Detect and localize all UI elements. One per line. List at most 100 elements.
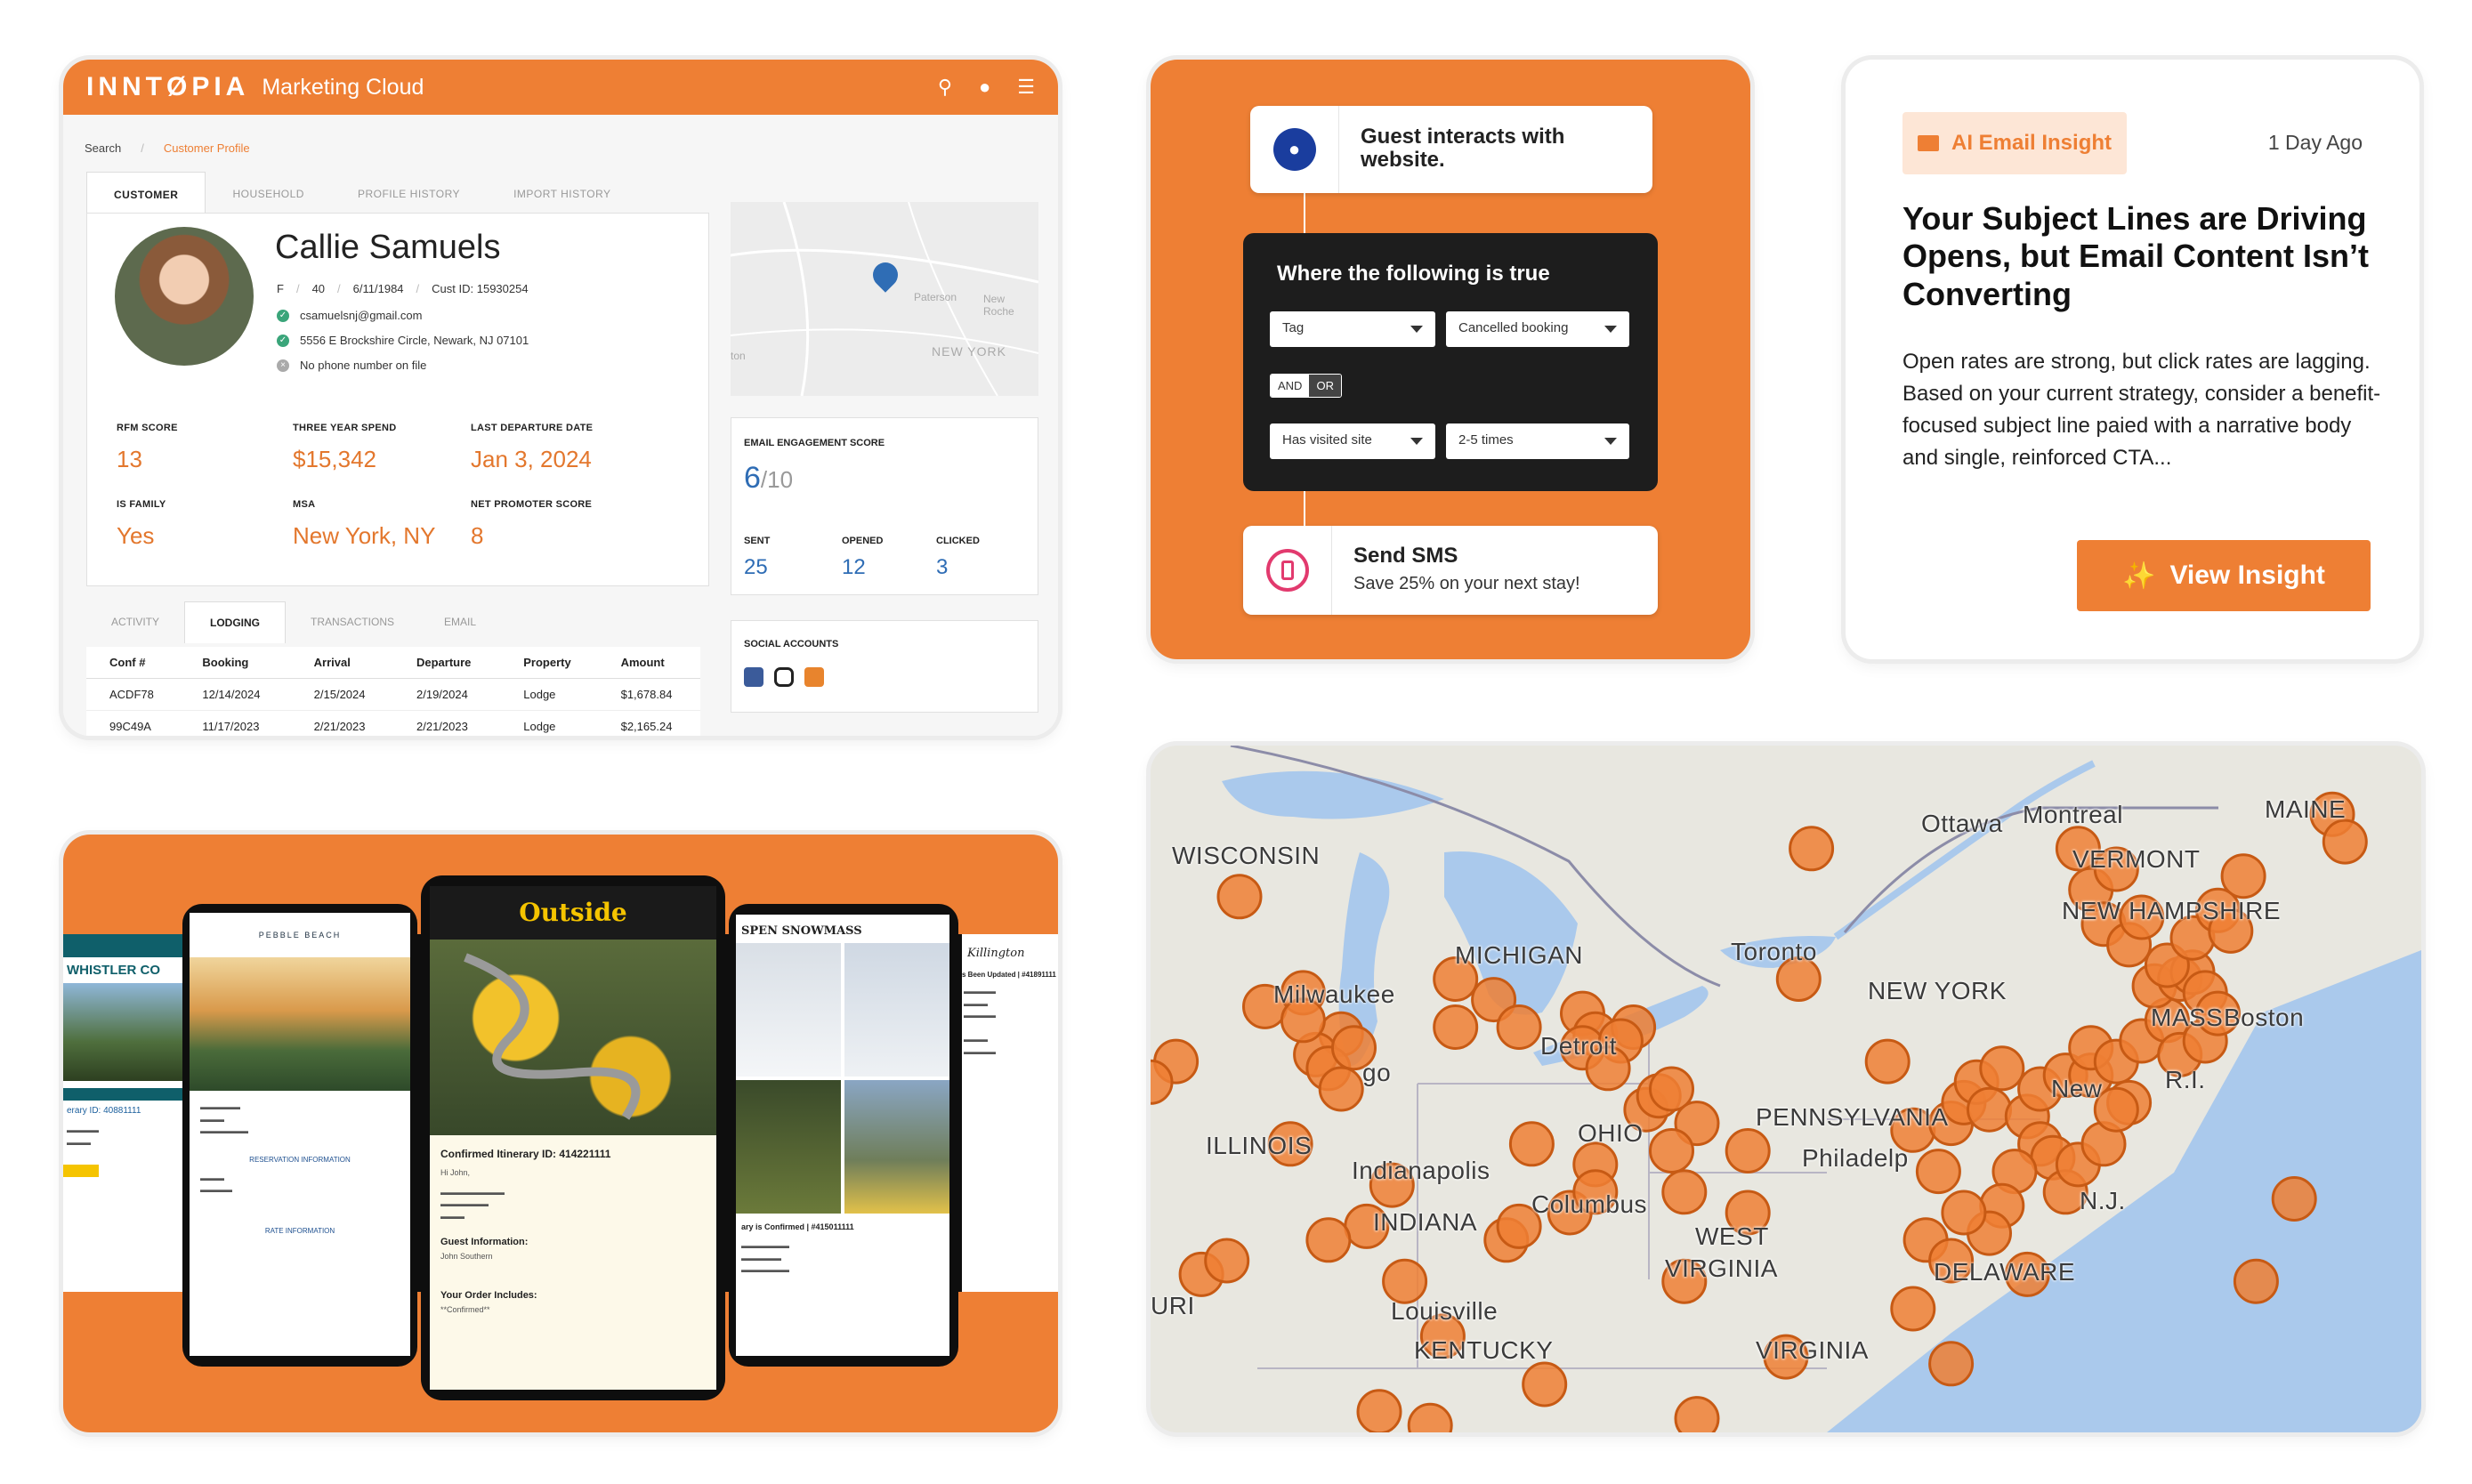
location-marker[interactable] [1979, 1045, 2025, 1092]
clicked-label: CLICKED [936, 536, 980, 546]
map-label: Montreal [2023, 801, 2123, 828]
email-preview-aspen[interactable]: SPEN SNOWMASS ary is Confirmed | #415011… [736, 915, 949, 1356]
tab-customer[interactable]: CUSTOMER [86, 172, 206, 217]
condition-value-select[interactable]: 2-5 times [1446, 423, 1629, 459]
location-marker[interactable] [1674, 1396, 1720, 1432]
skiers-image [844, 943, 949, 1077]
location-marker[interactable] [1318, 1066, 1364, 1112]
map-label: VERMONT [2072, 845, 2201, 873]
map-label: Columbus [1531, 1190, 1648, 1218]
location-marker[interactable] [1204, 1238, 1250, 1284]
pebble-section: RATE INFORMATION [264, 1226, 335, 1235]
insight-chip-label: AI Email Insight [1951, 131, 2113, 155]
ai-insight-panel: AI Email Insight 1 Day Ago Your Subject … [1846, 60, 2419, 659]
table-row[interactable]: 99C49A 11/17/2023 2/21/2023 2/21/2023 Lodge $… [86, 710, 700, 736]
tab-lodging[interactable]: LODGING [184, 601, 287, 643]
menu-icon[interactable]: ☰ [1017, 76, 1035, 99]
location-marker[interactable] [1941, 1190, 1987, 1236]
tab-email[interactable]: EMAIL [419, 601, 501, 643]
mountain-image [63, 983, 188, 1081]
location-marker[interactable] [1522, 1361, 1568, 1407]
customer-address: 5556 E Brockshire Circle, Newark, NJ 071… [300, 334, 529, 347]
location-marker[interactable] [2233, 1258, 2279, 1304]
location-marker[interactable] [1928, 1341, 1975, 1387]
gender: F [277, 282, 284, 295]
location-marker[interactable] [1216, 874, 1263, 920]
location-marker[interactable] [1407, 1402, 1453, 1432]
facebook-icon[interactable] [744, 667, 763, 687]
road-path [464, 953, 641, 1120]
brand-logo: INNTØPIA [86, 72, 250, 101]
location-marker[interactable] [1305, 1217, 1352, 1263]
email-preview-outside[interactable]: Outside Confirmed Itinerary ID: 41422111… [430, 886, 716, 1390]
location-marker[interactable] [1915, 1149, 1961, 1195]
location-marker[interactable] [1508, 1121, 1555, 1167]
tab-import-history[interactable]: IMPORT HISTORY [487, 172, 637, 217]
outside-order-label: Your Order Includes: [440, 1289, 537, 1301]
map-label: NEW HAMPSHIRE [2062, 897, 2282, 924]
customer-name: Callie Samuels [275, 229, 501, 266]
logic-or[interactable]: OR [1309, 375, 1341, 397]
location-marker[interactable] [1864, 1038, 1911, 1085]
tab-transactions[interactable]: TRANSACTIONS [286, 601, 419, 643]
automation-flow-panel: ● Guest interacts with website. Where th… [1151, 60, 1750, 659]
email-preview-killington[interactable]: Killington s Been Updated | #41891111 ▬▬… [962, 934, 1058, 1292]
condition-value-select[interactable]: Cancelled booking [1446, 311, 1629, 347]
aspen-brand: SPEN SNOWMASS [741, 924, 862, 938]
pebble-section: RESERVATION INFORMATION [249, 1155, 351, 1164]
logic-toggle[interactable]: AND OR [1270, 374, 1342, 398]
action-subtitle: Save 25% on your next stay! [1353, 574, 1580, 593]
location-marker[interactable] [1496, 1004, 1542, 1050]
user-icon[interactable]: ● [979, 76, 990, 99]
envelope-icon [1917, 135, 1939, 151]
map-label: VIRGINIA [1665, 1254, 1778, 1282]
insight-body: Open rates are strong, but click rates a… [1902, 350, 2381, 470]
lodging-table: Conf # Booking Arrival Departure Property Amo… [86, 647, 700, 736]
instagram-icon[interactable] [774, 667, 794, 687]
location-marker[interactable] [1789, 826, 1835, 872]
customer-phone: No phone number on file [300, 359, 427, 372]
trigger-node[interactable]: ● Guest interacts with website. [1250, 106, 1652, 193]
table-header: Conf # Booking Arrival Departure Property Amo… [86, 647, 700, 679]
winding-road-image [430, 940, 716, 1135]
phone-icon [1265, 549, 1309, 592]
location-marker[interactable] [2271, 1176, 2317, 1222]
tab-activity[interactable]: ACTIVITY [86, 601, 184, 643]
condition-field-select[interactable]: Tag [1270, 311, 1435, 347]
flow-connector [1304, 193, 1305, 233]
tab-household[interactable]: HOUSEHOLD [206, 172, 331, 217]
action-node[interactable]: Send SMS Save 25% on your next stay! [1243, 526, 1658, 615]
phone-row: × No phone number on file [277, 359, 426, 372]
table-row[interactable]: ACDF78 12/14/2024 2/15/2024 2/19/2024 Lodge $… [86, 678, 700, 711]
stat-rfm: RFM SCORE 13 [117, 423, 178, 472]
search-icon[interactable]: ⚲ [938, 76, 952, 99]
location-marker[interactable] [1967, 1086, 2012, 1133]
view-insight-button[interactable]: ✨ View Insight [2077, 540, 2371, 611]
location-marker[interactable] [1356, 1389, 1402, 1432]
map-label: MAINE [2265, 795, 2347, 823]
location-marker[interactable] [1649, 1128, 1694, 1173]
location-marker[interactable] [1725, 1128, 1771, 1173]
tab-profile-history[interactable]: PROFILE HISTORY [331, 172, 487, 217]
app-title: Marketing Cloud [262, 74, 424, 100]
location-map[interactable]: Paterson New Roche NEW YORK ton [731, 202, 1038, 396]
breadcrumb-search[interactable]: Search [85, 141, 121, 155]
customer-map-panel[interactable]: WISCONSIN MICHIGAN Milwaukee go ILLINOIS… [1151, 746, 2421, 1432]
location-marker[interactable] [1433, 1004, 1479, 1050]
location-marker[interactable] [2322, 819, 2368, 865]
aspen-confirmation: ary is Confirmed | #415011111 [741, 1222, 854, 1232]
location-marker[interactable] [1661, 1169, 1708, 1215]
email-templates-panel: WHISTLER CO erary ID: 40881111 ▬▬▬▬ ▬▬▬ P… [63, 835, 1058, 1432]
youtube-icon[interactable] [804, 667, 824, 687]
logic-and[interactable]: AND [1271, 375, 1310, 397]
location-marker[interactable] [1890, 1286, 1936, 1332]
action-title: Send SMS [1353, 544, 1458, 568]
forest-image [736, 1080, 841, 1214]
email-preview-pebble[interactable]: PEBBLE BEACH ▬▬▬▬▬ ▬▬▬ ▬▬▬▬▬▬ RESERVATION … [190, 913, 410, 1356]
gondola-image [736, 943, 841, 1077]
email-preview-whistler[interactable]: WHISTLER CO erary ID: 40881111 ▬▬▬▬ ▬▬▬ [63, 934, 188, 1292]
condition-field-select[interactable]: Has visited site [1270, 423, 1435, 459]
outside-order-line: **Confirmed** [440, 1304, 490, 1314]
location-marker[interactable] [2220, 853, 2266, 899]
location-marker[interactable] [1382, 1258, 1428, 1304]
